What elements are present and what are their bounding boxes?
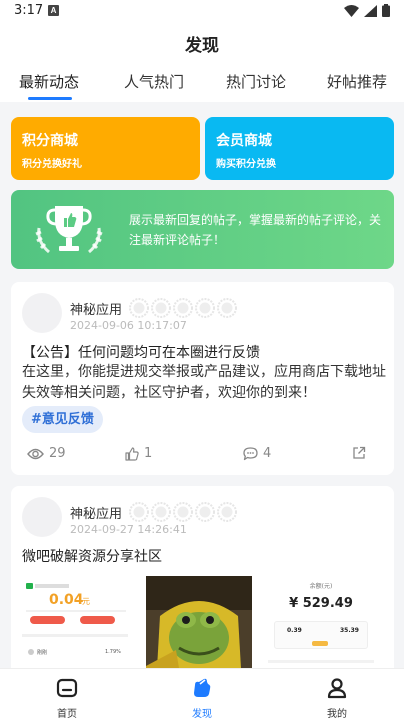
avatar[interactable]: [22, 497, 62, 537]
status-time: 3:17: [14, 3, 44, 18]
wallet-user: 刚刚: [37, 650, 48, 656]
medal-icon: [129, 502, 149, 522]
wallet-amount: 0.04: [49, 592, 84, 608]
author-name[interactable]: 神秘应用: [70, 299, 122, 318]
points-mall-card[interactable]: 积分商城 积分兑换好礼: [11, 117, 200, 180]
points-mall-subtitle: 积分兑换好礼: [22, 159, 82, 170]
nav-home[interactable]: 首页: [37, 677, 97, 718]
medal-icon: [217, 298, 237, 318]
comments-count: 4: [263, 446, 272, 461]
tab-hot-discussion[interactable]: 热门讨论: [226, 71, 286, 92]
member-mall-title: 会员商城: [216, 133, 272, 149]
status-icons: [344, 4, 390, 17]
battery-icon: [382, 4, 390, 17]
like-button[interactable]: 1: [125, 446, 152, 461]
nav-profile-label: 我的: [327, 709, 347, 718]
wifi-icon: [344, 4, 359, 17]
tab-recommended[interactable]: 好帖推荐: [327, 71, 387, 92]
balance-stat-2: 35.39: [340, 627, 359, 634]
medal-icon: [195, 502, 215, 522]
views-stat: 29: [27, 446, 66, 461]
share-icon: [353, 446, 366, 459]
banner-text: 展示最新回复的帖子，掌握最新的帖子评论，关注最新评论帖子！: [129, 213, 382, 247]
medal-row: [129, 298, 237, 318]
author-name[interactable]: 神秘应用: [70, 503, 122, 522]
nav-discover[interactable]: 发现: [172, 677, 232, 718]
nav-discover-label: 发现: [192, 709, 212, 718]
medal-row: [129, 502, 237, 522]
feed-content[interactable]: 积分商城 积分兑换好礼 会员商城 购买积分兑换 展示最新回复的帖子，掌握最新的帖…: [0, 102, 404, 668]
post-image-balance-screenshot[interactable]: 余额(元) ¥ 529.49 0.39 35.39: [268, 576, 374, 668]
medal-icon: [173, 298, 193, 318]
medal-icon: [217, 502, 237, 522]
medal-icon: [173, 502, 193, 522]
page-title: 发现: [185, 36, 219, 56]
notification-icon: A: [48, 5, 59, 16]
post-title[interactable]: 微吧破解资源分享社区: [22, 546, 162, 566]
medal-icon: [195, 298, 215, 318]
signal-icon: [364, 4, 377, 17]
post-image-frog-puppet[interactable]: [146, 576, 252, 668]
member-mall-card[interactable]: 会员商城 购买积分兑换: [205, 117, 394, 180]
balance-amount: ¥ 529.49: [289, 596, 353, 611]
frog-puppet-graphic: [146, 576, 252, 668]
views-count: 29: [49, 446, 66, 461]
post-card[interactable]: 神秘应用 2024-09-06 10:17:07 【公告】任何问题均可在本圈进行…: [11, 282, 394, 475]
avatar[interactable]: [22, 293, 62, 333]
post-date: 2024-09-27 14:26:41: [70, 523, 187, 536]
tab-bar: 最新动态 人气热门 热门讨论 好帖推荐: [0, 60, 404, 102]
post-date: 2024-09-06 10:17:07: [70, 319, 187, 332]
topic-tag[interactable]: #意见反馈: [22, 406, 103, 433]
post-card[interactable]: 神秘应用 2024-09-27 14:26:41 微吧破解资源分享社区 0.04…: [11, 486, 394, 668]
balance-divider: [268, 660, 374, 663]
balance-stat-1: 0.39: [287, 627, 302, 634]
likes-count: 1: [144, 446, 153, 461]
eye-icon: [27, 448, 44, 459]
medal-icon: [129, 298, 149, 318]
wallet-percent: 1.79%: [105, 649, 121, 655]
tab-active-indicator: [28, 97, 72, 100]
balance-button: [312, 641, 328, 646]
profile-icon: [327, 678, 347, 699]
post-actions: 29 1 4: [11, 446, 394, 466]
member-mall-subtitle: 购买积分兑换: [216, 159, 276, 170]
points-mall-title: 积分商城: [22, 133, 78, 149]
wallet-unit: 元: [82, 597, 90, 606]
post-images[interactable]: 0.04 元 刚刚 1.79% 余额(元) ¥ 529.49 0.39 35.3…: [22, 576, 387, 668]
bottom-nav: 首页 发现 我的: [0, 668, 404, 718]
post-image-wallet-screenshot[interactable]: 0.04 元 刚刚 1.79%: [22, 576, 128, 668]
status-bar: 3:17 A: [0, 0, 404, 24]
nav-profile[interactable]: 我的: [307, 677, 367, 718]
medal-icon: [151, 298, 171, 318]
app-header: 发现: [0, 24, 404, 60]
trophy-icon: [35, 206, 103, 254]
home-icon: [56, 678, 78, 698]
post-title[interactable]: 【公告】任何问题均可在本圈进行反馈: [22, 342, 260, 362]
share-button[interactable]: [352, 446, 366, 460]
tab-latest[interactable]: 最新动态: [19, 71, 79, 92]
comment-icon: [243, 446, 258, 460]
tab-popular[interactable]: 人气热门: [124, 71, 184, 92]
balance-header: 余额(元): [309, 583, 333, 590]
thumbs-up-icon: [125, 446, 139, 461]
post-body[interactable]: 在这里，你能提进规交举报或产品建议，应用商店下载地址失效等相关问题，社区守护者，…: [22, 362, 387, 404]
latest-replies-banner[interactable]: 展示最新回复的帖子，掌握最新的帖子评论，关注最新评论帖子！: [11, 190, 394, 269]
medal-icon: [151, 502, 171, 522]
comment-button[interactable]: 4: [243, 446, 271, 461]
nav-home-label: 首页: [57, 709, 77, 718]
discover-icon: [194, 678, 211, 697]
